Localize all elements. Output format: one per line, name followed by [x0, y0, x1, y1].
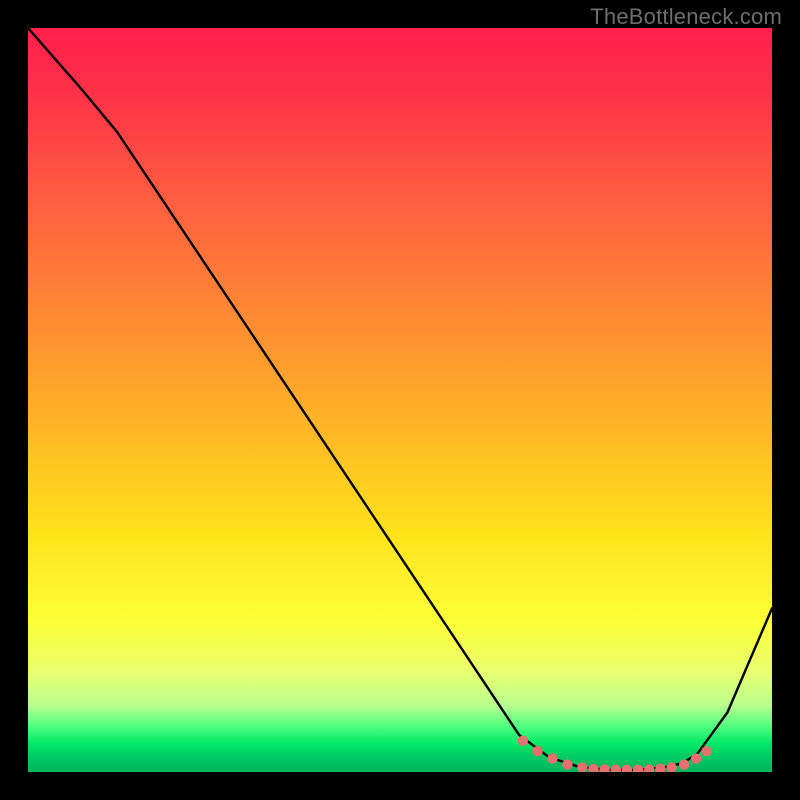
- marker-dot: [701, 746, 711, 756]
- marker-dot: [518, 736, 528, 746]
- marker-dot: [611, 765, 621, 772]
- marker-dot: [577, 762, 587, 772]
- marker-dot: [599, 764, 609, 772]
- marker-dot: [562, 759, 572, 769]
- marker-group: [518, 736, 712, 772]
- marker-dot: [679, 759, 689, 769]
- marker-dot: [644, 764, 654, 772]
- bottleneck-curve-path: [28, 28, 772, 770]
- marker-dot: [532, 746, 542, 756]
- marker-dot: [655, 764, 665, 773]
- watermark-text: TheBottleneck.com: [590, 4, 782, 30]
- marker-dot: [588, 764, 598, 772]
- marker-dot: [547, 753, 557, 763]
- marker-dot: [633, 765, 643, 772]
- chart-frame: TheBottleneck.com: [0, 0, 800, 800]
- marker-dot: [622, 765, 632, 772]
- marker-dot: [691, 753, 701, 763]
- bottleneck-curve-svg: [28, 28, 772, 772]
